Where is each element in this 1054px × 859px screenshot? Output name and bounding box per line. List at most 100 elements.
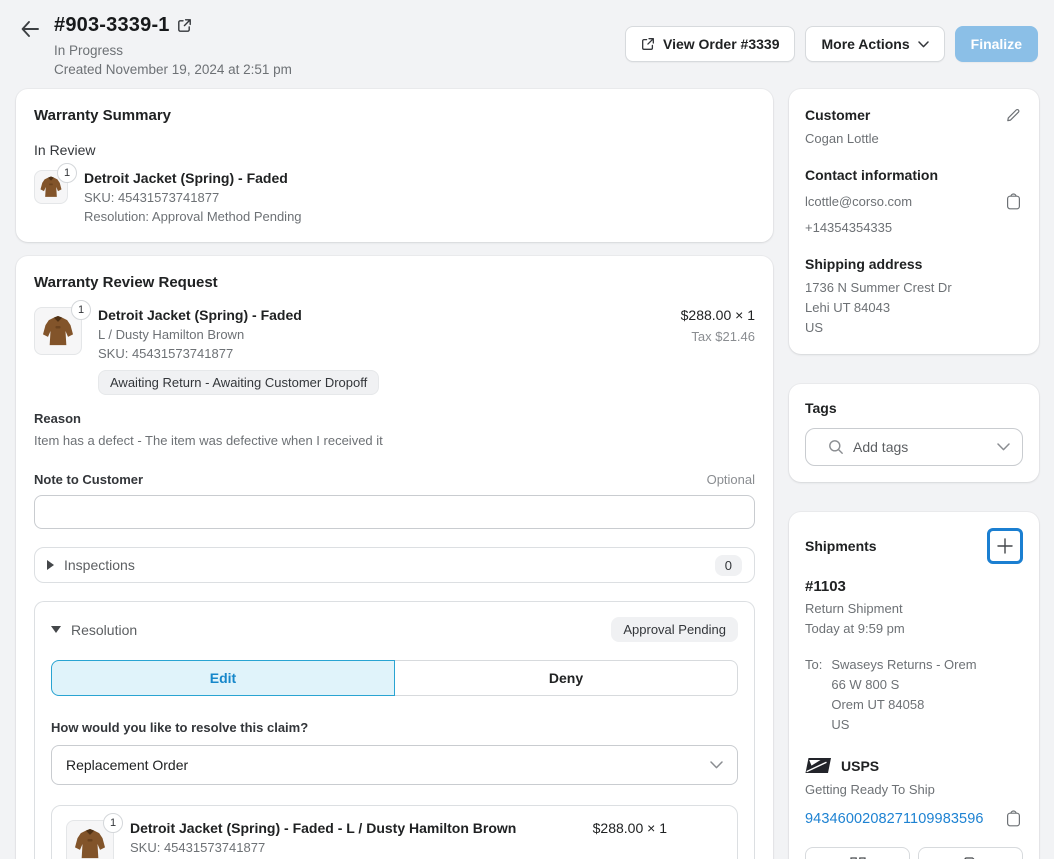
product-name: Detroit Jacket (Spring) - Faded	[84, 170, 302, 186]
pencil-icon	[1005, 107, 1021, 123]
resolution-method-value: Replacement Order	[66, 757, 188, 773]
inspections-accordion[interactable]: Inspections 0	[34, 547, 755, 583]
resolution-accordion[interactable]: Resolution Approval Pending	[51, 617, 738, 642]
resolution-method-select[interactable]: Replacement Order	[51, 745, 738, 785]
resolve-question-label: How would you like to resolve this claim…	[51, 720, 738, 735]
quantity-badge: 1	[71, 300, 91, 320]
reason-text: Item has a defect - The item was defecti…	[34, 433, 755, 448]
quantity-badge: 1	[57, 163, 77, 183]
download-label-button[interactable]	[918, 847, 1023, 859]
replacement-item-row: 1 Detroit Jacket (Spring) - Faded - L / …	[66, 820, 723, 859]
reason-label: Reason	[34, 411, 755, 426]
shipment-status: Getting Ready To Ship	[805, 780, 1023, 800]
ship-to-line: Orem UT 84058	[831, 695, 976, 715]
search-icon	[828, 439, 844, 455]
shipping-address-line: Lehi UT 84043	[805, 298, 1023, 318]
return-status-badge: Awaiting Return - Awaiting Customer Drop…	[98, 370, 379, 395]
review-request-title: Warranty Review Request	[34, 274, 755, 291]
tab-deny[interactable]: Deny	[395, 660, 738, 696]
shipment-time: Today at 9:59 pm	[805, 619, 1023, 639]
shipping-address-title: Shipping address	[805, 256, 1023, 272]
resolution-section: Resolution Approval Pending Edit Deny Ho…	[34, 601, 755, 859]
summary-item-row: 1 Detroit Jacket (Spring) - Faded SKU: 4…	[34, 170, 755, 224]
finalize-label: Finalize	[971, 36, 1022, 52]
back-button[interactable]	[16, 16, 44, 42]
clipboard-icon	[1006, 810, 1021, 827]
edit-customer-button[interactable]	[1003, 105, 1023, 125]
resolution-label: Resolution	[71, 622, 137, 638]
inspections-count-badge: 0	[715, 555, 742, 576]
chevron-down-icon	[997, 443, 1010, 451]
add-tags-input[interactable]: Add tags	[805, 428, 1023, 466]
caret-right-icon	[47, 560, 54, 570]
product-name: Detroit Jacket (Spring) - Faded	[98, 307, 379, 323]
claim-status: In Progress	[54, 43, 292, 58]
product-resolution: Resolution: Approval Method Pending	[84, 209, 302, 224]
note-to-customer-label: Note to Customer	[34, 472, 143, 487]
product-variant: L / Dusty Hamilton Brown	[98, 327, 379, 342]
item-price: $288.00 × 1	[681, 307, 755, 323]
warranty-review-request-card: Warranty Review Request 1 Detroit Jacket…	[16, 256, 773, 859]
shipment-id: #1103	[805, 578, 1023, 595]
more-actions-button[interactable]: More Actions	[805, 26, 944, 62]
customer-card: Customer Cogan Lottle Contact informatio…	[789, 89, 1039, 354]
finalize-button[interactable]: Finalize	[955, 26, 1038, 62]
note-to-customer-input[interactable]	[34, 495, 755, 529]
note-optional-hint: Optional	[707, 472, 755, 487]
shipments-card: Shipments #1103 Return Shipment Today at…	[789, 512, 1039, 859]
product-sku: SKU: 45431573741877	[98, 346, 379, 361]
ship-to-line: Swaseys Returns - Orem	[831, 655, 976, 675]
ship-to-line: 66 W 800 S	[831, 675, 976, 695]
claim-created-date: Created November 19, 2024 at 2:51 pm	[54, 62, 292, 77]
more-actions-label: More Actions	[821, 36, 909, 52]
external-link-icon[interactable]	[177, 18, 192, 33]
customer-name: Cogan Lottle	[805, 129, 1023, 149]
copy-tracking-button[interactable]	[1004, 808, 1023, 829]
inspections-label: Inspections	[64, 557, 135, 573]
product-sku: SKU: 45431573741877	[130, 840, 516, 855]
caret-down-icon	[51, 626, 61, 633]
shipments-title: Shipments	[805, 538, 877, 554]
ship-to-block: To: Swaseys Returns - Orem 66 W 800 S Or…	[805, 655, 1023, 735]
replacement-item-card: 1 Detroit Jacket (Spring) - Faded - L / …	[51, 805, 738, 859]
tags-placeholder: Add tags	[853, 439, 908, 455]
review-item-row: 1 Detroit Jacket (Spring) - Faded L / Du…	[34, 307, 755, 395]
resolution-tabs: Edit Deny	[51, 660, 738, 696]
view-order-label: View Order #3339	[663, 36, 779, 52]
to-label: To:	[805, 655, 822, 735]
tracking-number-link[interactable]: 9434600208271109983596	[805, 811, 984, 827]
chevron-down-icon	[710, 761, 723, 769]
external-link-icon	[641, 37, 655, 51]
tags-card: Tags Add tags	[789, 384, 1039, 482]
plus-icon	[996, 537, 1014, 555]
add-shipment-button[interactable]	[987, 528, 1023, 564]
shipment-type: Return Shipment	[805, 599, 1023, 619]
qr-code-button[interactable]	[805, 847, 910, 859]
warranty-summary-card: Warranty Summary In Review 1 Detroit Jac…	[16, 89, 773, 242]
product-name: Detroit Jacket (Spring) - Faded - L / Du…	[130, 820, 516, 836]
customer-title: Customer	[805, 107, 870, 123]
warranty-summary-title: Warranty Summary	[34, 107, 755, 124]
item-tax: Tax $21.46	[681, 329, 755, 344]
view-order-button[interactable]: View Order #3339	[625, 26, 795, 62]
arrow-left-icon	[20, 20, 40, 38]
shipping-address-line: 1736 N Summer Crest Dr	[805, 278, 1023, 298]
page-header: #903-3339-1 In Progress Created November…	[0, 0, 1054, 87]
tags-title: Tags	[805, 400, 1023, 416]
shipping-address-line: US	[805, 318, 1023, 338]
ship-to-line: US	[831, 715, 976, 735]
chevron-down-icon	[918, 41, 929, 48]
customer-phone: +14354354335	[805, 218, 1023, 238]
carrier-name: USPS	[841, 758, 879, 774]
copy-email-button[interactable]	[1004, 191, 1023, 212]
summary-stage: In Review	[34, 142, 755, 158]
usps-logo-icon	[805, 757, 832, 774]
tab-edit[interactable]: Edit	[51, 660, 395, 696]
customer-email: lcottle@corso.com	[805, 192, 912, 212]
contact-information-title: Contact information	[805, 167, 1023, 183]
approval-pending-badge: Approval Pending	[611, 617, 738, 642]
page-title: #903-3339-1	[54, 14, 170, 37]
item-price: $288.00 × 1	[593, 820, 667, 859]
quantity-badge: 1	[103, 813, 123, 833]
product-sku: SKU: 45431573741877	[84, 190, 302, 205]
